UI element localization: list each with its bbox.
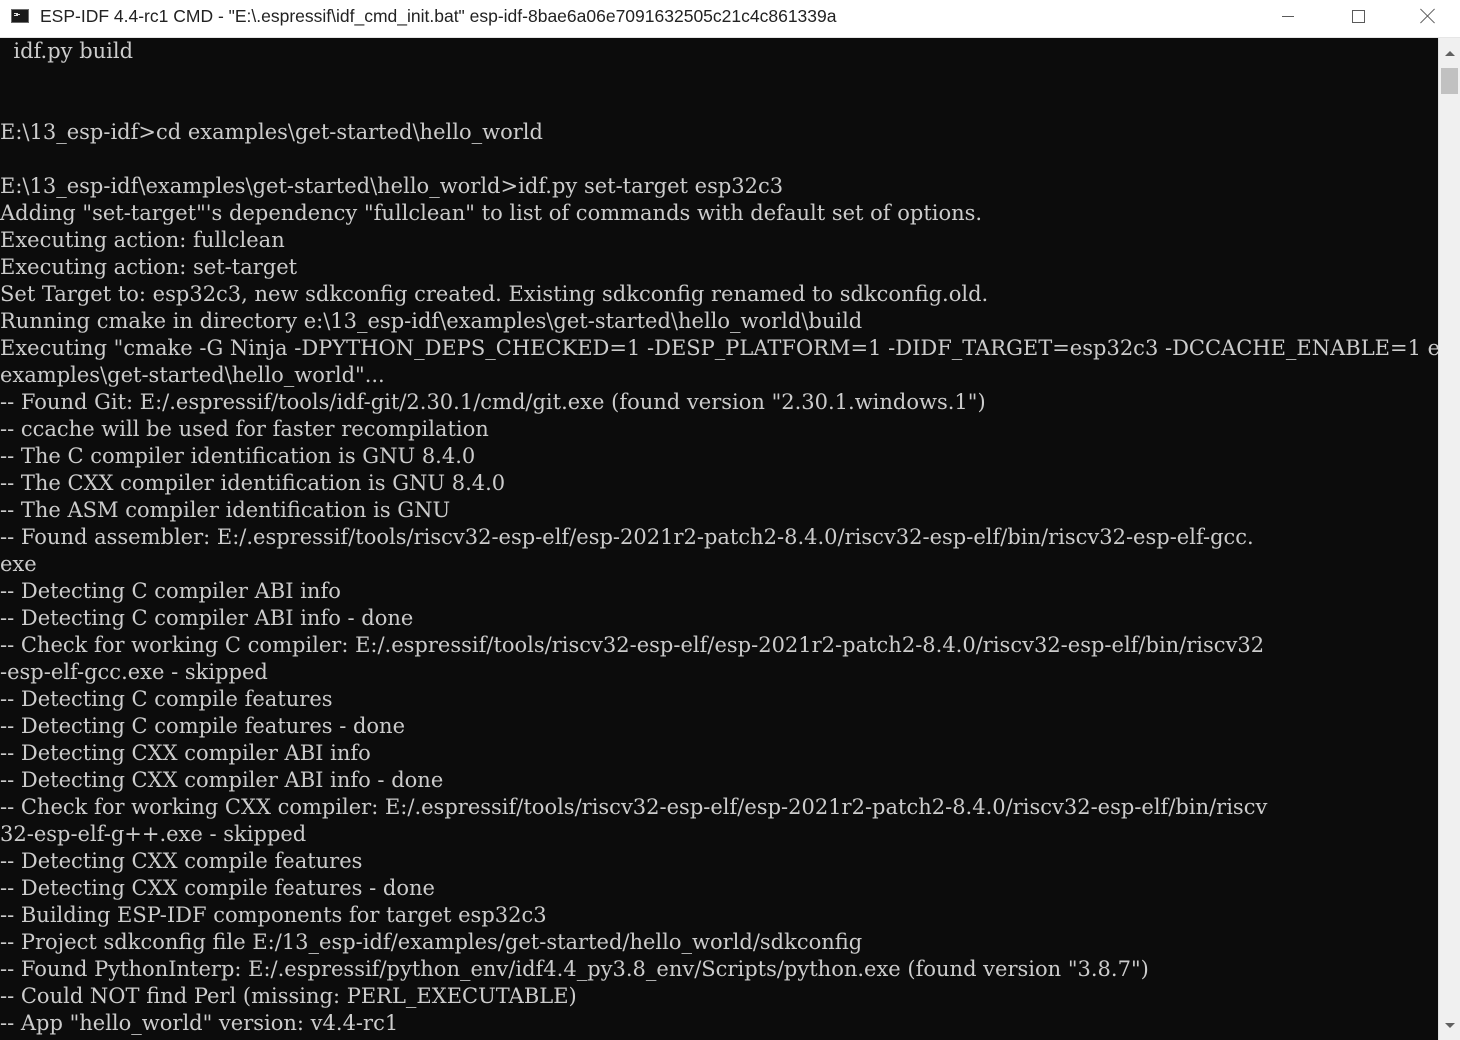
console-line: -- App "hello_world" version: v4.4-rc1: [0, 1011, 399, 1035]
console-line: -- Could NOT find Perl (missing: PERL_EX…: [0, 984, 577, 1008]
console-line: E:\13_esp-idf>cd examples\get-started\he…: [0, 120, 543, 144]
title-bar[interactable]: ESP-IDF 4.4-rc1 CMD - "E:\.espressif\idf…: [0, 0, 1460, 38]
console-line: Running cmake in directory e:\13_esp-idf…: [0, 309, 863, 333]
console-lines: idf.py build E:\13_esp-idf>cd examples\ge…: [0, 38, 1438, 1037]
console-line: exe: [0, 552, 37, 576]
close-icon: [1420, 8, 1436, 24]
console-line: -- Check for working C compiler: E:/.esp…: [0, 633, 1265, 657]
scroll-up-button[interactable]: [1439, 42, 1460, 64]
console-line: -esp-elf-gcc.exe - skipped: [0, 660, 268, 684]
console-line: -- Detecting CXX compile features: [0, 849, 363, 873]
console-output[interactable]: idf.py build E:\13_esp-idf>cd examples\ge…: [0, 38, 1438, 1040]
console-line: -- The C compiler identification is GNU …: [0, 444, 476, 468]
console-line: E:\13_esp-idf\examples\get-started\hello…: [0, 174, 784, 198]
console-line: Executing action: set-target: [0, 255, 298, 279]
console-line: -- Detecting C compile features - done: [0, 714, 406, 738]
console-line: -- Found assembler: E:/.espressif/tools/…: [0, 525, 1254, 549]
vertical-scrollbar[interactable]: [1438, 38, 1460, 1040]
console-line: -- The CXX compiler identification is GN…: [0, 471, 506, 495]
console-line: 32-esp-elf-g++.exe - skipped: [0, 822, 307, 846]
console-line: Adding "set-target"'s dependency "fullcl…: [0, 201, 983, 225]
minimize-button[interactable]: [1254, 0, 1322, 32]
console-line: idf.py build: [0, 39, 134, 63]
console-line: -- Building ESP-IDF components for targe…: [0, 903, 547, 927]
console-line: -- Check for working CXX compiler: E:/.e…: [0, 795, 1268, 819]
scrollbar-thumb[interactable]: [1441, 68, 1458, 94]
scroll-down-arrow-icon: [1444, 1022, 1455, 1028]
console-line: examples\get-started\hello_world"...: [0, 363, 385, 387]
maximize-button[interactable]: [1324, 0, 1392, 32]
console-line: -- Found PythonInterp: E:/.espressif/pyt…: [0, 957, 1149, 981]
console-window: ESP-IDF 4.4-rc1 CMD - "E:\.espressif\idf…: [0, 0, 1460, 1040]
scroll-down-button[interactable]: [1439, 1014, 1460, 1036]
console-line: -- Detecting CXX compile features - done: [0, 876, 435, 900]
close-button[interactable]: [1394, 0, 1460, 32]
console-line: -- The ASM compiler identification is GN…: [0, 498, 451, 522]
console-line: -- Detecting C compiler ABI info: [0, 579, 341, 603]
console-line: -- Detecting CXX compiler ABI info: [0, 741, 371, 765]
console-line: -- ccache will be used for faster recomp…: [0, 417, 489, 441]
console-line: -- Detecting C compile features: [0, 687, 333, 711]
console-line: Set Target to: esp32c3, new sdkconfig cr…: [0, 282, 989, 306]
console-line: Executing "cmake -G Ninja -DPYTHON_DEPS_…: [0, 336, 1438, 360]
console-line: Executing action: fullclean: [0, 228, 285, 252]
scroll-up-arrow-icon: [1444, 50, 1455, 56]
console-line: -- Project sdkconfig file E:/13_esp-idf/…: [0, 930, 863, 954]
console-line: -- Detecting C compiler ABI info - done: [0, 606, 414, 630]
window-title: ESP-IDF 4.4-rc1 CMD - "E:\.espressif\idf…: [40, 6, 837, 26]
minimize-icon: [1282, 15, 1294, 17]
maximize-icon: [1351, 9, 1365, 23]
console-line: -- Found Git: E:/.espressif/tools/idf-gi…: [0, 390, 986, 414]
console-line: -- Detecting CXX compiler ABI info - don…: [0, 768, 444, 792]
console-icon[interactable]: [11, 9, 29, 23]
